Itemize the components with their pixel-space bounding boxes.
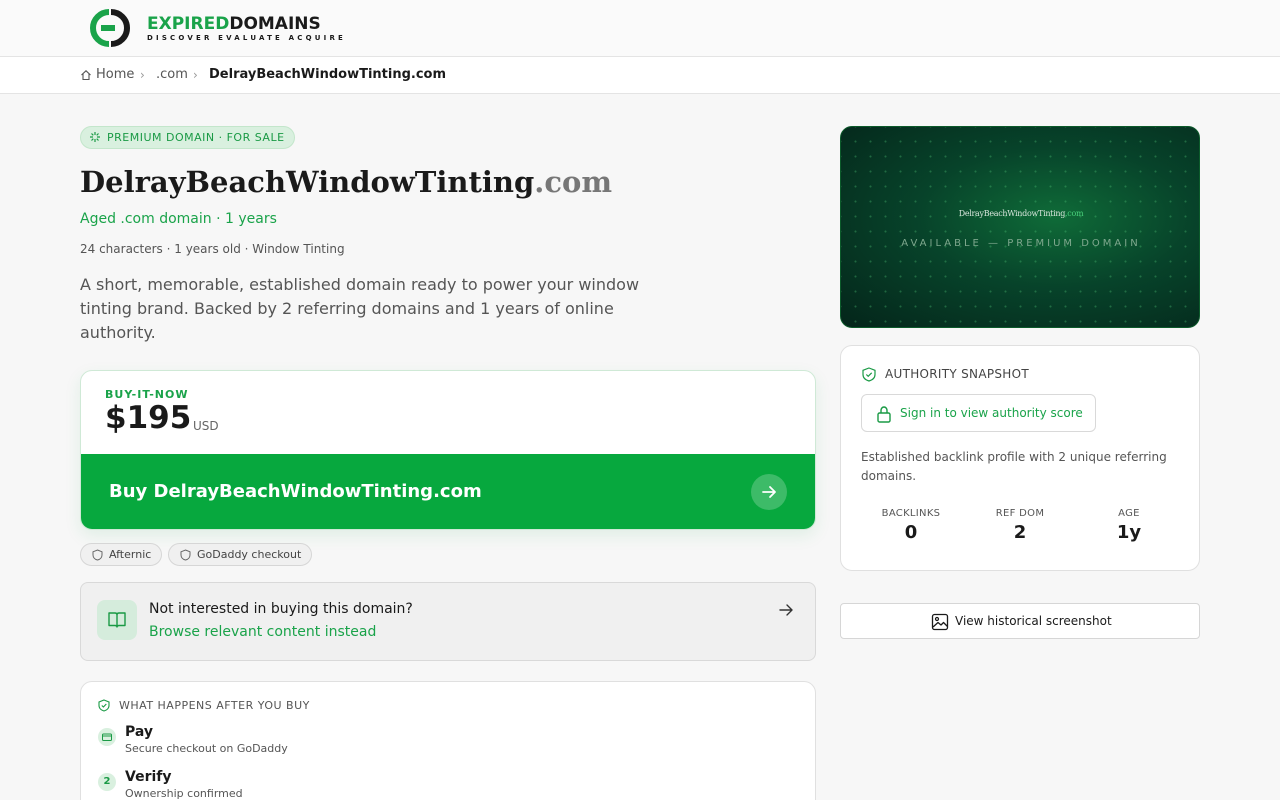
domain-subtitle: Aged .com domain · 1 years <box>80 211 277 227</box>
lock-icon <box>877 406 891 423</box>
arrow-right-icon <box>751 474 787 510</box>
stat-value: 1y <box>1116 522 1142 543</box>
browse-content-card[interactable]: Not interested in buying this domain? Br… <box>80 582 816 661</box>
step-title: Verify <box>125 769 172 785</box>
domain-meta: 24 characters · 1 years old · Window Tin… <box>80 242 345 256</box>
credit-card-icon <box>98 728 116 746</box>
browse-question: Not interested in buying this domain? <box>149 601 413 617</box>
domain-title: DelrayBeachWindowTinting.com <box>80 165 612 199</box>
domain-description: A short, memorable, established domain r… <box>80 275 640 342</box>
logo-wordmark[interactable]: EXPIREDDOMAINS DISCOVER EVALUATE ACQUIRE <box>147 14 346 42</box>
book-icon <box>97 600 137 640</box>
sparkle-icon <box>90 132 100 142</box>
shield-icon <box>92 549 103 561</box>
arrow-right-icon <box>779 604 793 616</box>
after-purchase-heading: WHAT HAPPENS AFTER YOU BUY <box>119 699 310 712</box>
domain-name: DelrayBeachWindowTinting <box>80 165 535 199</box>
browse-link[interactable]: Browse relevant content instead <box>149 624 376 640</box>
authority-heading: AUTHORITY SNAPSHOT <box>885 367 1029 381</box>
preview-domain-name: DelrayBeachWindowTinting.com <box>958 209 1084 218</box>
site-header: EXPIREDDOMAINS DISCOVER EVALUATE ACQUIRE <box>0 0 1280 57</box>
logo-icon[interactable] <box>87 8 135 48</box>
authority-snapshot-card: AUTHORITY SNAPSHOT Sign in to view autho… <box>840 345 1200 571</box>
stat-label: BACKLINKS <box>881 508 941 519</box>
chip-afternic: Afternic <box>80 543 163 566</box>
shield-check-icon <box>862 367 876 382</box>
currency: USD <box>193 419 219 433</box>
breadcrumb-home[interactable]: Home <box>96 67 134 82</box>
shield-check-icon <box>98 699 110 712</box>
image-icon <box>931 613 949 631</box>
breadcrumb: Home › .com › DelrayBeachWindowTinting.c… <box>0 57 1280 94</box>
stat-value: 0 <box>904 522 918 543</box>
shield-icon <box>180 549 191 561</box>
logo-primary: EXPIRED <box>147 14 230 34</box>
step-number: 2 <box>98 773 116 791</box>
step-title: Pay <box>125 724 154 740</box>
chevron-right-icon: › <box>193 68 198 82</box>
domain-tld: .com <box>534 165 613 199</box>
step-subtitle: Secure checkout on GoDaddy <box>125 742 288 755</box>
chip-godaddy: GoDaddy checkout <box>168 543 313 566</box>
after-purchase-card: WHAT HAPPENS AFTER YOU BUY Pay Secure ch… <box>80 681 816 800</box>
chip-label: GoDaddy checkout <box>197 548 302 561</box>
price: $195 <box>105 400 192 436</box>
step-subtitle: Ownership confirmed <box>125 787 243 800</box>
chip-label: Afternic <box>109 548 152 561</box>
domain-preview-image: DelrayBeachWindowTinting.com AVAILABLE —… <box>840 126 1200 328</box>
stat-value: 2 <box>1013 522 1027 543</box>
signin-authority-label: Sign in to view authority score <box>900 406 1083 420</box>
stat-label: AGE <box>1118 508 1140 519</box>
logo-tagline: DISCOVER EVALUATE ACQUIRE <box>147 34 347 42</box>
stat-backlinks: BACKLINKS 0 <box>861 508 961 543</box>
breadcrumb-tld[interactable]: .com <box>156 67 188 82</box>
authority-description: Established backlink profile with 2 uniq… <box>861 450 1167 483</box>
buy-button-label: Buy DelrayBeachWindowTinting.com <box>109 481 482 502</box>
buy-button[interactable]: Buy DelrayBeachWindowTinting.com <box>81 454 815 529</box>
buy-card: BUY-IT-NOW $195 USD Buy DelrayBeachWindo… <box>80 370 816 530</box>
stat-ref-dom: REF DOM 2 <box>970 508 1070 543</box>
badge-label: PREMIUM DOMAIN · FOR SALE <box>107 131 285 144</box>
preview-tagline: AVAILABLE — PREMIUM DOMAIN <box>901 238 1141 249</box>
signin-authority-button[interactable]: Sign in to view authority score <box>861 394 1096 432</box>
home-icon <box>81 70 91 81</box>
chevron-right-icon: › <box>140 68 145 82</box>
premium-badge: PREMIUM DOMAIN · FOR SALE <box>80 126 295 149</box>
historical-screenshot-button[interactable]: View historical screenshot <box>840 603 1200 639</box>
breadcrumb-current: DelrayBeachWindowTinting.com <box>209 67 447 82</box>
historical-screenshot-label: View historical screenshot <box>955 614 1112 628</box>
logo-secondary: DOMAINS <box>229 14 321 34</box>
stat-age: AGE 1y <box>1079 508 1179 543</box>
stat-label: REF DOM <box>995 508 1045 519</box>
dot-grid-pattern <box>841 127 1199 327</box>
